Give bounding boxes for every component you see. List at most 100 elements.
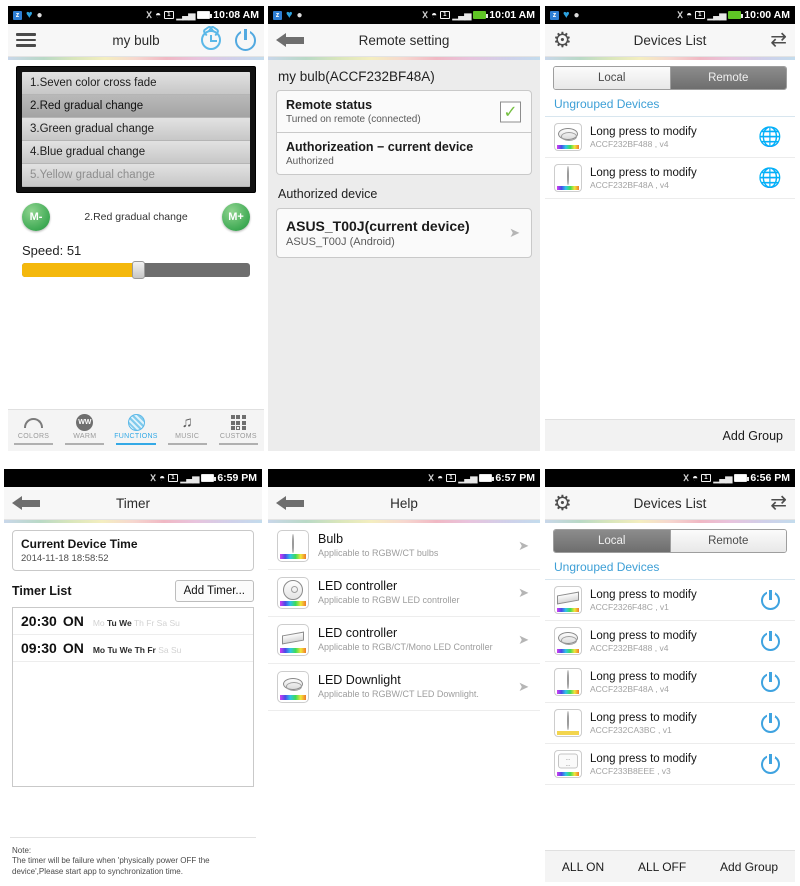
battery-icon — [479, 474, 495, 482]
app-badge-icon: z — [13, 10, 22, 20]
device-row[interactable]: Long press to modify ACCF232BF488 , v4 — [545, 621, 795, 662]
battery-icon — [473, 11, 489, 19]
add-timer-button[interactable]: Add Timer... — [174, 580, 254, 602]
back-button[interactable] — [12, 495, 40, 511]
device-row[interactable]: Long press to modify ACCF232BF488 , v4 🌐 — [545, 117, 795, 158]
signal-icon: ▁▃▅ — [176, 9, 196, 20]
settings-button[interactable]: ⚙ — [553, 493, 574, 514]
device-row[interactable]: Long press to modify ACCF232BF48A , v4 — [545, 662, 795, 703]
sim-icon: 1 — [168, 474, 178, 482]
alarm-clock-icon[interactable] — [201, 30, 221, 50]
help-item-led-controller-round[interactable]: LED controller Applicable to RGBW LED co… — [268, 570, 540, 617]
sim-icon: 1 — [164, 11, 174, 19]
authorization-card[interactable]: Authorizeation − current device Authoriz… — [276, 133, 532, 175]
all-on-button[interactable]: ALL ON — [562, 860, 604, 874]
mode-prev-button[interactable]: M- — [22, 203, 50, 231]
power-icon[interactable] — [761, 588, 780, 610]
tab-functions[interactable]: FUNCTIONS — [110, 413, 161, 445]
speed-slider[interactable] — [22, 261, 250, 279]
tab-customs[interactable]: CUSTOMS — [213, 413, 264, 445]
segment-remote[interactable]: Remote — [669, 530, 786, 552]
device-title: Long press to modify — [590, 670, 697, 683]
add-group-button[interactable]: Add Group — [545, 419, 795, 451]
authorized-device-row[interactable]: ASUS_T00J(current device) ASUS_T00J (And… — [276, 208, 532, 258]
sim-icon: 1 — [701, 474, 711, 482]
status-time: 6:59 PM — [217, 472, 257, 484]
card-title: Authorizeation − current device — [286, 140, 474, 154]
panel-devices-local: 𐌗 ◓ 1 ▁▃▅ 6:56 PM ⚙ Devices List ⇄ Local… — [545, 469, 795, 882]
downlight-icon — [277, 671, 309, 703]
slider-fill — [22, 263, 139, 277]
segment-local[interactable]: Local — [554, 530, 670, 552]
help-item-led-controller-box[interactable]: LED controller Applicable to RGB/CT/Mono… — [268, 617, 540, 664]
segment-remote[interactable]: Remote — [669, 67, 786, 89]
settings-button[interactable]: ⚙ — [553, 30, 574, 51]
page-title: Remote setting — [358, 32, 450, 48]
tab-music[interactable]: ♫ MUSIC — [162, 413, 213, 445]
remote-status-card[interactable]: Remote status Turned on remote (connecte… — [276, 90, 532, 133]
checkbox-checked-icon[interactable]: ✓ — [500, 101, 521, 122]
power-icon[interactable] — [761, 670, 780, 692]
warm-white-icon: WW — [76, 414, 94, 431]
back-button[interactable] — [276, 32, 304, 48]
header-bar: Remote setting — [268, 24, 540, 57]
slider-thumb[interactable] — [132, 261, 146, 279]
downlight-icon — [554, 627, 582, 655]
add-group-button[interactable]: Add Group — [720, 860, 778, 874]
help-item-bulb[interactable]: Bulb Applicable to RGBW/CT bulbs ➤ — [268, 523, 540, 570]
device-row[interactable]: ••• ••• Long press to modify ACCF233B8EEE… — [545, 744, 795, 785]
signal-icon: ▁▃▅ — [458, 472, 478, 483]
current-time-value: 2014-11-18 18:58:52 — [21, 553, 109, 564]
shield-icon: ♥ — [286, 9, 293, 21]
panel-functions: z ♥ ● 𐌗 ◓ 1 ▁▃▅ 10:08 AM my bulb 1.Seven… — [8, 6, 264, 451]
status-time: 10:00 AM — [744, 9, 790, 21]
device-row[interactable]: Long press to modify ACCF2326F48C , v1 — [545, 580, 795, 621]
list-item[interactable]: 4.Blue gradual change — [22, 141, 250, 164]
segment-local[interactable]: Local — [554, 67, 670, 89]
globe-icon[interactable]: 🌐 — [758, 169, 782, 188]
all-off-button[interactable]: ALL OFF — [638, 860, 686, 874]
status-bar: 𐌗 ◓ 1 ▁▃▅ 6:57 PM — [268, 469, 540, 487]
list-item[interactable]: 5.Yellow gradual change — [22, 164, 250, 187]
divider — [10, 837, 256, 838]
page-title: Devices List — [633, 495, 707, 511]
power-icon[interactable] — [761, 629, 780, 651]
timer-row[interactable]: 09:30 ON Mo Tu We Th Fr Sa Su — [13, 635, 253, 662]
tab-colors[interactable]: COLORS — [8, 413, 59, 445]
rainbow-divider — [545, 57, 795, 60]
function-list[interactable]: 1.Seven color cross fade 2.Red gradual c… — [22, 72, 250, 187]
screenshot-sheet: z ♥ ● 𐌗 ◓ 1 ▁▃▅ 10:08 AM my bulb 1.Seven… — [0, 0, 800, 886]
list-item[interactable]: 1.Seven color cross fade — [22, 72, 250, 95]
device-id: ACCF232CA3BC , v1 — [590, 724, 672, 735]
refresh-icon[interactable]: ⇄ — [770, 30, 787, 50]
wifi-icon: ◓ — [431, 9, 438, 21]
list-item[interactable]: 3.Green gradual change — [22, 118, 250, 141]
list-item[interactable]: 2.Red gradual change — [22, 95, 250, 118]
device-title: Long press to modify — [590, 752, 697, 765]
help-item-downlight[interactable]: LED Downlight Applicable to RGBW/CT LED … — [268, 664, 540, 711]
power-icon[interactable] — [235, 26, 256, 51]
timer-time: 09:30 — [21, 640, 57, 656]
menu-button[interactable] — [16, 30, 36, 50]
timer-state: ON — [62, 640, 84, 656]
device-title: Long press to modify — [590, 711, 697, 724]
gear-icon: ⚙ — [553, 491, 572, 515]
tab-warm[interactable]: WW WARM — [59, 413, 110, 445]
power-icon[interactable] — [761, 752, 780, 774]
local-remote-segmented-control: Local Remote — [553, 66, 787, 90]
timer-row[interactable]: 20:30 ON Mo Tu We Th Fr Sa Su — [13, 608, 253, 635]
back-button[interactable] — [276, 495, 304, 511]
mode-next-button[interactable]: M+ — [222, 203, 250, 231]
device-row[interactable]: Long press to modify ACCF232BF48A , v4 🌐 — [545, 158, 795, 199]
tab-label: COLORS — [17, 433, 50, 440]
header-bar: Timer — [4, 487, 262, 520]
back-arrow-icon — [276, 495, 304, 511]
power-icon[interactable] — [761, 711, 780, 733]
bulb-icon — [277, 530, 309, 562]
refresh-icon[interactable]: ⇄ — [770, 493, 787, 513]
globe-icon[interactable]: 🌐 — [758, 128, 782, 147]
wifi-icon: ◓ — [437, 472, 444, 484]
device-row[interactable]: Long press to modify ACCF232CA3BC , v1 — [545, 703, 795, 744]
chevron-right-icon: ➤ — [518, 585, 529, 600]
gear-icon: ⚙ — [553, 28, 572, 52]
